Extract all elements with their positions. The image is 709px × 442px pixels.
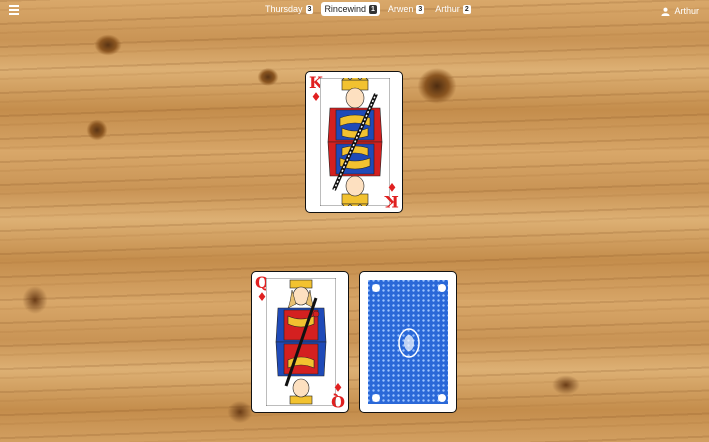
player-name: Thursday <box>265 4 303 14</box>
card-back-ornament <box>372 284 446 402</box>
top-bar: Thursday 3 Rincewind 1 Arwen 3 Arthur 2 … <box>0 0 709 20</box>
player-name: Rincewind <box>324 4 366 14</box>
person-icon <box>661 7 671 16</box>
hand-card-face-down[interactable] <box>359 271 457 413</box>
player-tab-thursday[interactable]: Thursday 3 <box>262 2 316 16</box>
hand-card-queen-of-diamonds[interactable]: Q ♦ Q ♦ <box>251 271 349 413</box>
played-card-king-of-diamonds[interactable]: K ♦ K ♦ <box>305 71 403 213</box>
hamburger-icon[interactable] <box>9 5 19 15</box>
king-face-illustration <box>320 78 390 206</box>
card-corner: K ♦ <box>385 180 399 211</box>
card-corner: Q ♦ <box>331 380 345 411</box>
player-tab-arwen[interactable]: Arwen 3 <box>385 2 427 16</box>
player-tab-arthur[interactable]: Arthur 2 <box>432 2 473 16</box>
card-back-pattern <box>366 278 450 406</box>
player-name: Arwen <box>387 4 414 14</box>
queen-face-illustration <box>266 278 336 406</box>
card-count-badge: 3 <box>305 4 314 14</box>
card-count-badge: 3 <box>416 4 425 14</box>
card-count-badge: 1 <box>368 4 377 14</box>
player-tab-rincewind[interactable]: Rincewind 1 <box>321 2 380 16</box>
player-name: Arthur <box>435 4 460 14</box>
user-menu[interactable]: Arthur <box>661 6 699 16</box>
player-list: Thursday 3 Rincewind 1 Arwen 3 Arthur 2 <box>262 2 474 16</box>
card-count-badge: 2 <box>462 4 471 14</box>
user-name: Arthur <box>674 6 699 16</box>
